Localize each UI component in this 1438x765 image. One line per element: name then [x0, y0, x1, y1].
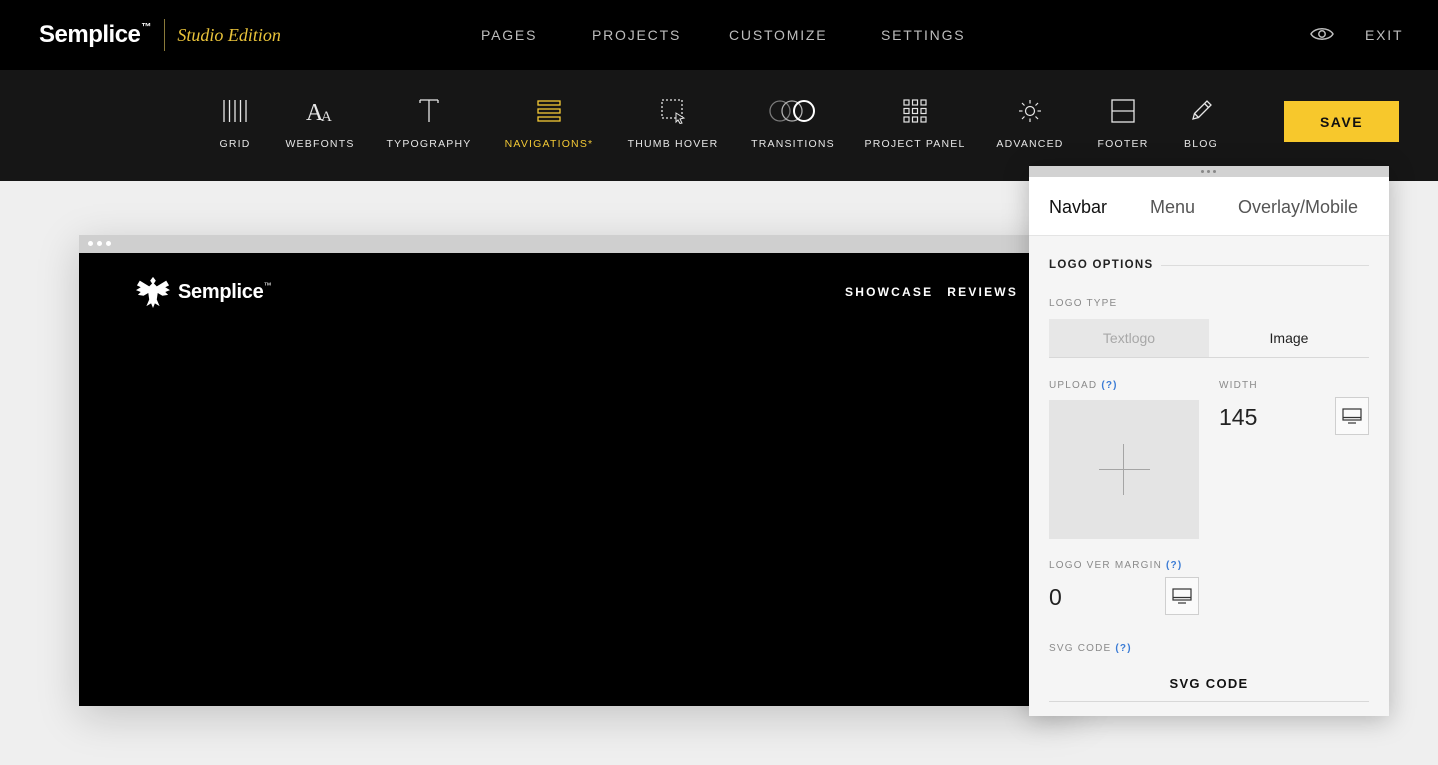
tool-label: GRID [219, 138, 251, 150]
window-dot [88, 241, 93, 246]
tab-overlay-mobile[interactable]: Overlay/Mobile [1238, 197, 1358, 218]
window-dot [97, 241, 102, 246]
width-label: WIDTH [1219, 380, 1258, 391]
tool-label: ADVANCED [996, 138, 1064, 150]
tool-footer[interactable]: FOOTER [1098, 70, 1148, 181]
svg-code-button[interactable]: SVG CODE [1049, 666, 1369, 702]
window-dot [106, 241, 111, 246]
panel-drag-handle[interactable] [1029, 166, 1389, 177]
tool-project-panel[interactable]: PROJECT PANEL [864, 70, 966, 181]
navigations-icon [537, 100, 561, 122]
logo-type-image[interactable]: Image [1209, 319, 1369, 357]
tool-advanced[interactable]: ADVANCED [995, 70, 1065, 181]
width-input[interactable]: 145 [1219, 404, 1257, 431]
tab-menu[interactable]: Menu [1150, 197, 1195, 218]
section-divider [1161, 265, 1369, 266]
site-nav: SHOWCASE REVIEWS F [845, 285, 1056, 299]
customize-toolbar: GRID A A WEBFONTS TYPOGRAPHY NAVIGATIONS… [0, 70, 1438, 181]
tool-label: WEBFONTS [285, 138, 355, 150]
svg-code-help-link[interactable]: (?) [1115, 643, 1131, 654]
svg-code-label-text: SVG CODE [1049, 643, 1112, 654]
tool-label: FOOTER [1097, 138, 1149, 150]
webfonts-icon: A A [306, 100, 332, 124]
eagle-logo-icon [136, 276, 170, 309]
tool-thumb-hover[interactable]: THUMB HOVER [627, 70, 719, 181]
margin-input[interactable]: 0 [1049, 584, 1062, 611]
desktop-icon [1342, 408, 1362, 424]
desktop-icon [1172, 588, 1192, 604]
site-preview: Semplice ™ SHOWCASE REVIEWS F [79, 235, 1079, 706]
save-button[interactable]: SAVE [1284, 101, 1399, 142]
nav-settings[interactable]: SETTINGS [881, 27, 965, 43]
margin-help-link[interactable]: (?) [1166, 560, 1182, 571]
grid-columns-icon [223, 100, 247, 122]
plus-icon-bar [1099, 469, 1150, 470]
site-logo-trademark: ™ [263, 280, 272, 290]
tool-label: THUMB HOVER [627, 138, 719, 150]
tool-label: PROJECT PANEL [864, 138, 966, 150]
upload-label-text: UPLOAD [1049, 380, 1098, 391]
transitions-icon [769, 100, 815, 122]
tool-label: TYPOGRAPHY [386, 138, 472, 150]
tool-label: BLOG [1184, 138, 1218, 150]
tool-webfonts[interactable]: A A WEBFONTS [284, 70, 356, 181]
nav-pages[interactable]: PAGES [481, 27, 537, 43]
site-logo[interactable]: Semplice ™ [134, 275, 271, 309]
site-logo-text: Semplice [178, 280, 264, 303]
logo-type-toggle: Textlogo Image [1049, 319, 1369, 358]
site-nav-reviews[interactable]: REVIEWS [947, 285, 1018, 299]
section-title: LOGO OPTIONS [1049, 259, 1154, 271]
logo-upload-dropzone[interactable] [1049, 400, 1199, 539]
preview-eye-icon[interactable] [1310, 26, 1334, 42]
tool-transitions[interactable]: TRANSITIONS [748, 70, 838, 181]
typography-icon [419, 99, 439, 122]
tool-typography[interactable]: TYPOGRAPHY [386, 70, 472, 181]
svg-code-label: SVG CODE (?) [1049, 643, 1132, 654]
upload-help-link[interactable]: (?) [1101, 380, 1117, 391]
tool-grid[interactable]: GRID [212, 70, 258, 181]
project-panel-icon [903, 99, 927, 123]
logo-type-textlogo[interactable]: Textlogo [1049, 319, 1209, 357]
logo-type-label: LOGO TYPE [1049, 298, 1118, 309]
grip-dot [1213, 170, 1216, 173]
grip-dot [1201, 170, 1204, 173]
main-nav: PAGES PROJECTS CUSTOMIZE SETTINGS [0, 27, 1438, 43]
exit-link[interactable]: EXIT [1365, 27, 1403, 43]
svg-text:A: A [321, 109, 332, 124]
width-device-toggle[interactable] [1335, 397, 1369, 435]
tool-label: NAVIGATIONS* [504, 138, 594, 150]
blog-icon [1192, 100, 1212, 120]
footer-icon [1111, 99, 1135, 123]
nav-projects[interactable]: PROJECTS [592, 27, 681, 43]
margin-label: LOGO VER MARGIN (?) [1049, 560, 1182, 571]
tool-blog[interactable]: BLOG [1179, 70, 1223, 181]
advanced-icon [1019, 100, 1041, 122]
navbar-settings-panel: Navbar Menu Overlay/Mobile LOGO OPTIONS … [1029, 166, 1389, 716]
preview-window-bar [79, 235, 1079, 253]
tab-navbar[interactable]: Navbar [1049, 197, 1107, 218]
margin-device-toggle[interactable] [1165, 577, 1199, 615]
margin-label-text: LOGO VER MARGIN [1049, 560, 1163, 571]
top-bar: Semplice ™ Studio Edition PAGES PROJECTS… [0, 0, 1438, 70]
tool-label: TRANSITIONS [751, 138, 835, 150]
tool-navigations[interactable]: NAVIGATIONS* [503, 70, 595, 181]
nav-customize[interactable]: CUSTOMIZE [729, 27, 827, 43]
panel-tabs: Navbar Menu Overlay/Mobile [1029, 177, 1389, 236]
thumb-hover-icon [661, 99, 686, 124]
site-nav-showcase[interactable]: SHOWCASE [845, 285, 933, 299]
grip-dot [1207, 170, 1210, 173]
upload-label: UPLOAD (?) [1049, 380, 1118, 391]
preview-canvas: Semplice ™ SHOWCASE REVIEWS F [79, 253, 1079, 706]
